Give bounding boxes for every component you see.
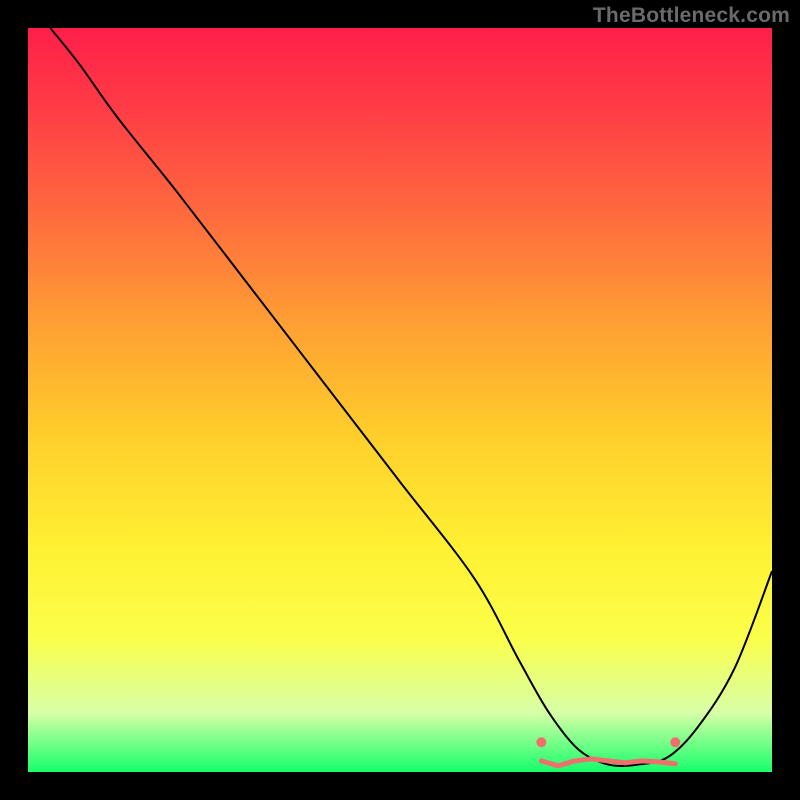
optimal-range-end-dot: [670, 737, 680, 747]
optimal-range-start-dot: [536, 737, 546, 747]
chart-svg: [28, 28, 772, 772]
chart-area: [28, 28, 772, 772]
watermark: TheBottleneck.com: [593, 4, 790, 28]
bottleneck-curve: [50, 28, 772, 766]
